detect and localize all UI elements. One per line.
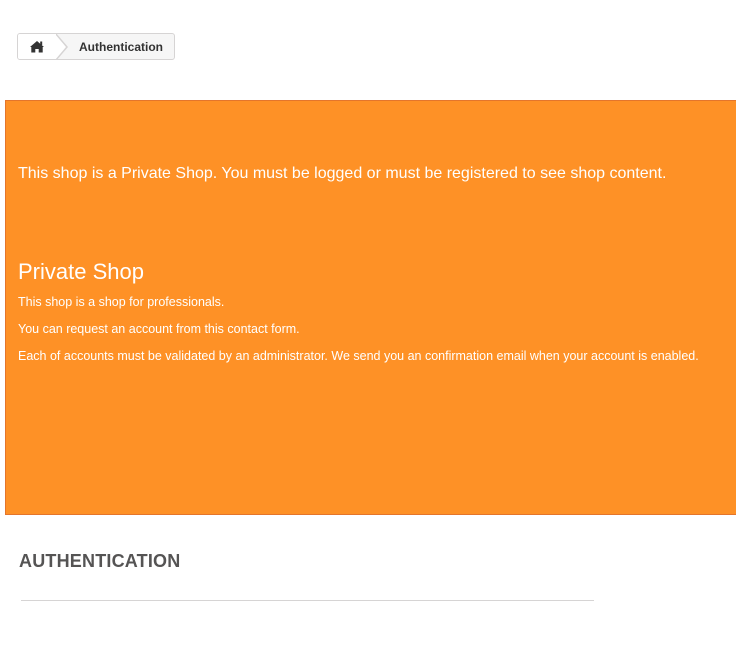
banner-info-line: This shop is a shop for professionals.: [18, 295, 225, 309]
private-shop-title: Private Shop: [18, 259, 144, 284]
breadcrumb-home-link[interactable]: [18, 34, 56, 59]
banner-info-line: You can request an account from this con…: [18, 322, 300, 336]
breadcrumb: Authentication: [17, 33, 175, 60]
private-shop-banner: This shop is a Private Shop. You must be…: [5, 100, 736, 515]
heading-divider: [21, 600, 594, 601]
page-heading: AUTHENTICATION: [19, 551, 181, 571]
home-icon: [29, 40, 45, 53]
banner-info-line: Each of accounts must be validated by an…: [18, 349, 699, 363]
private-shop-message: This shop is a Private Shop. You must be…: [18, 165, 667, 182]
breadcrumb-separator: [55, 34, 68, 59]
breadcrumb-current: Authentication: [79, 39, 163, 54]
